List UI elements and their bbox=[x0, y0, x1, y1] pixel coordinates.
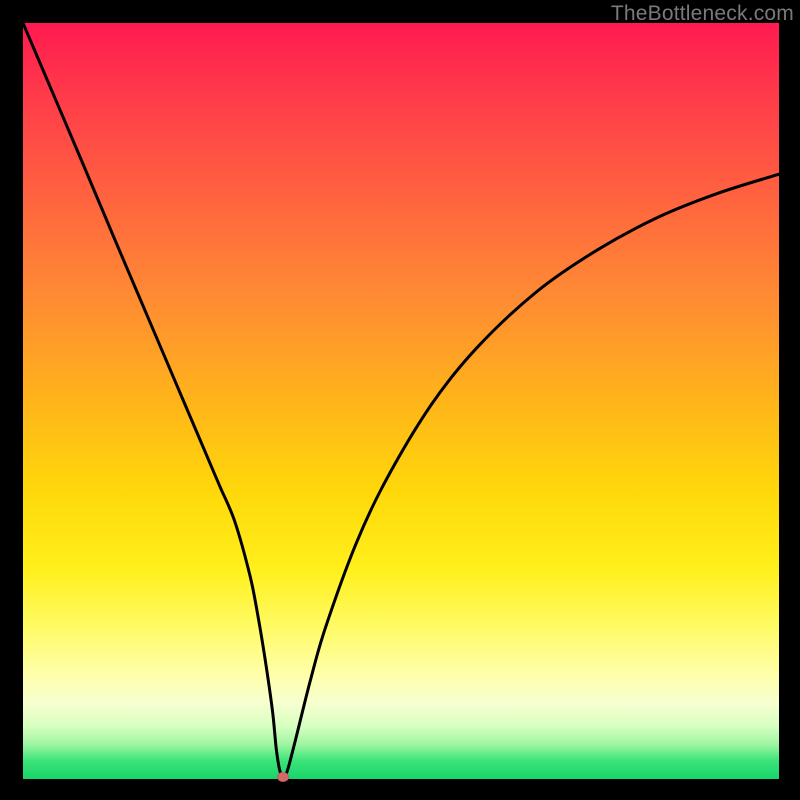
optimal-point-marker bbox=[277, 772, 289, 782]
bottleneck-curve bbox=[23, 23, 779, 779]
watermark-text: TheBottleneck.com bbox=[611, 2, 794, 26]
chart-frame bbox=[23, 23, 779, 779]
